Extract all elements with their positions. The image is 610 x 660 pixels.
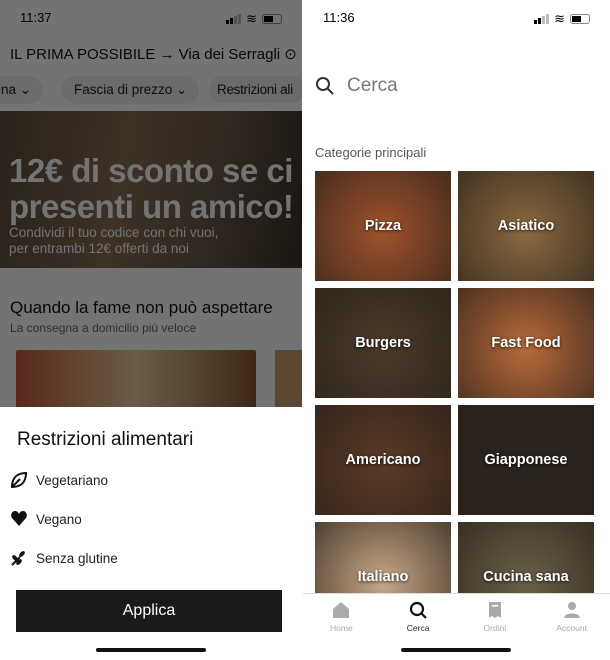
restaurant-card[interactable] [16,350,256,410]
heart-icon [11,511,27,526]
category-label: Italiano [357,569,409,585]
category-label: Cucina sana [483,569,569,585]
left-phone-screen: 11:37 ≋ IL PRIMA POSSIBILE → Via dei Ser… [0,0,302,660]
apply-button[interactable]: Applica [16,590,282,632]
category-tile-fast-food[interactable]: Fast Food [458,288,594,398]
search-icon [316,77,334,95]
filter-price[interactable]: Fascia di prezzo ⌄ [62,76,200,104]
dietary-restrictions-sheet: Restrizioni alimentari Vegetariano Vegan… [0,407,302,660]
option-label: Vegetariano [36,472,109,488]
filter-dietary[interactable]: Restrizioni ali [209,76,302,103]
category-label: Fast Food [491,335,561,351]
option-vegan[interactable]: Vegano [10,510,82,528]
filter-label: Fascia di prezzo [74,82,173,97]
category-label: Burgers [355,335,411,351]
option-label: Senza glutine [36,550,118,566]
tab-label: Home [330,623,353,633]
receipt-icon [488,602,501,618]
category-label: Giapponese [484,452,568,468]
category-tile-pizza[interactable]: Pizza [315,171,451,281]
filter-cuisine[interactable]: ina ⌄ [0,76,44,104]
right-phone-screen: 11:36 ≋ Cerca Categorie principali Pizza… [303,0,610,660]
filter-label: Restrizioni ali [217,82,293,97]
tab-label: Ordini [483,623,507,633]
tab-account[interactable]: Account [533,594,610,660]
signal-icon [534,14,550,24]
tab-label: Cerca [406,623,430,633]
home-indicator [96,648,206,652]
search-input[interactable]: Cerca [315,75,398,97]
home-icon [333,602,350,618]
category-tile-asiatico[interactable]: Asiatico [458,171,594,281]
restaurant-card[interactable] [275,350,302,410]
signal-icon [226,14,242,24]
search-icon [410,601,427,619]
battery-icon [262,14,282,24]
battery-icon [570,14,590,24]
status-time: 11:37 [20,10,52,25]
delivery-address[interactable]: IL PRIMA POSSIBILE → Via dei Serragli ⊙ [10,45,297,63]
sheet-title: Restrizioni alimentari [17,429,194,450]
wheat-icon [11,551,25,566]
tab-label: Account [556,623,587,633]
section-subtitle: La consegna a domicilio più veloce [10,321,197,335]
search-placeholder: Cerca [347,75,398,96]
account-icon [563,602,580,618]
category-label: Americano [345,452,421,468]
filter-label: ina [0,82,17,97]
category-tile-giapponese[interactable]: Giapponese [458,405,594,515]
category-label: Pizza [364,218,402,234]
status-time: 11:36 [323,10,355,25]
address-text: IL PRIMA POSSIBILE → Via dei Serragli [10,46,281,63]
section-title: Quando la fame non può aspettare [10,298,273,317]
tab-home[interactable]: Home [303,594,380,660]
promo-banner[interactable]: 12€ di sconto se ci presenti un amico! Co… [0,111,302,268]
option-label: Vegano [36,511,82,527]
location-icon: ⊙ [284,46,297,63]
wifi-icon: ≋ [246,11,257,26]
leaf-icon [10,471,28,489]
status-bar: 11:37 ≋ [20,10,282,28]
wifi-icon: ≋ [554,11,565,26]
home-indicator [401,648,511,652]
categories-heading: Categorie principali [315,145,427,160]
category-tile-burgers[interactable]: Burgers [315,288,451,398]
category-label: Asiatico [497,218,555,234]
promo-headline: 12€ di sconto se ci presenti un amico! [9,152,294,225]
option-gluten-free[interactable]: Senza glutine [10,549,118,567]
option-vegetarian[interactable]: Vegetariano [10,471,108,489]
category-grid: Pizza Asiatico Burgers Fast Food Americano Gi… [315,171,594,632]
promo-subtitle: Condividi il tuo codice con chi vuoi, per… [9,225,219,256]
category-tile-americano[interactable]: Americano [315,405,451,515]
status-bar: 11:36 ≋ [323,10,590,28]
